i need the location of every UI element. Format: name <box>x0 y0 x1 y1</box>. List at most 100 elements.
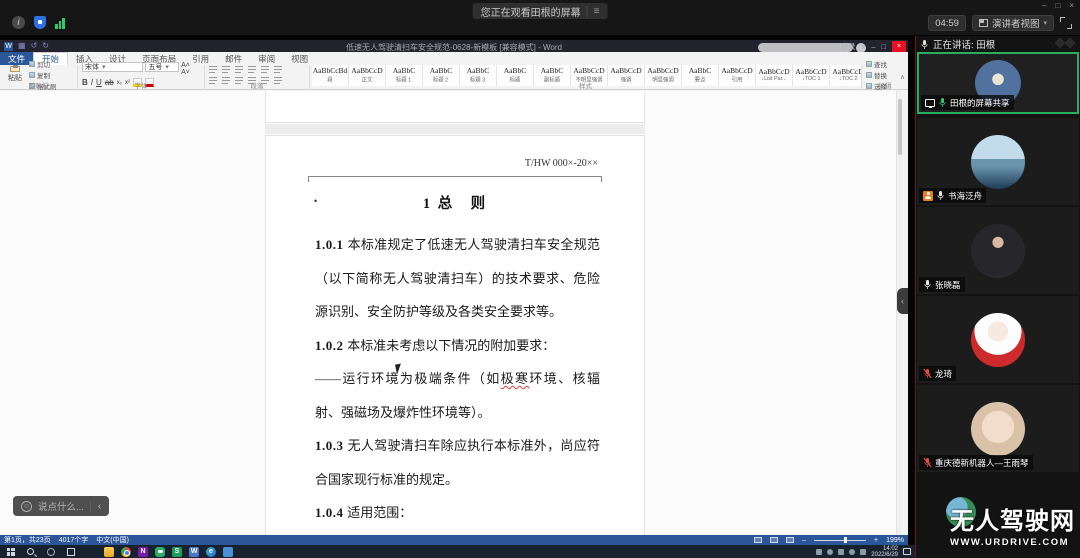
sidebar-collapse-handle[interactable]: ‹ <box>897 288 908 314</box>
mic-icon <box>936 190 945 201</box>
chat-input-pill[interactable]: ☺ 说点什么... ‹ <box>13 496 109 516</box>
zoom-level[interactable]: 199% <box>886 537 904 544</box>
mic-icon <box>923 279 932 290</box>
view-mode-selector[interactable]: 演讲者视图 ▾ <box>972 15 1054 31</box>
save-icon[interactable]: ▦ <box>18 42 26 50</box>
mic-icon <box>938 97 947 108</box>
document-body-text[interactable]: 1.0.1 本标准规定了低速无人驾驶清扫车安全规范（以下简称无人驾驶清扫车）的技… <box>315 228 600 535</box>
participant-tile-4[interactable]: 龙琦 <box>917 296 1079 383</box>
participant-tile-1[interactable]: 田根的屏幕共享 <box>917 52 1079 114</box>
chevron-down-icon: ▾ <box>1043 19 1047 27</box>
word-minimize-icon[interactable]: – <box>871 42 875 51</box>
undo-icon[interactable]: ↺ <box>31 42 38 50</box>
cortana-icon[interactable] <box>45 546 56 557</box>
edge-taskbar-icon[interactable]: e <box>206 547 216 557</box>
minimize-icon[interactable]: – <box>1042 1 1046 11</box>
maximize-icon[interactable]: □ <box>1055 1 1060 11</box>
tell-me-search-pill[interactable] <box>758 43 853 52</box>
watching-screen-banner[interactable]: 您正在观看田根的屏幕 ≡ <box>473 3 608 19</box>
language-status[interactable]: 中文(中国) <box>96 535 129 545</box>
photos-taskbar-icon[interactable] <box>223 547 233 557</box>
paragraph-2[interactable]: 1.0.2 本标准未考虑以下情况的附加要求： <box>315 329 600 363</box>
watermark: 无人驾驶网 WWW.URDRIVE.COM <box>950 501 1075 548</box>
print-layout-icon[interactable] <box>770 537 778 543</box>
sort-icon[interactable] <box>274 65 284 74</box>
ribbon-options-icon[interactable]: ▾ <box>862 42 866 51</box>
tray-icon-4[interactable] <box>860 549 866 555</box>
participant-name: 书海泛舟 <box>948 190 982 202</box>
editing-item-icon <box>866 61 872 67</box>
speaking-mic-icon <box>920 39 929 50</box>
shared-screen-area: W ▦ ↺ ↻ 低速无人驾驶清扫车安全规范-0628-新模板 [兼容模式] - … <box>0 36 915 558</box>
editing-item-2[interactable]: 替换 <box>866 70 887 80</box>
number-list-icon[interactable] <box>222 65 232 74</box>
paragraph-1[interactable]: 1.0.1 本标准规定了低速无人驾驶清扫车安全规范（以下简称无人驾驶清扫车）的技… <box>315 228 600 329</box>
styles-group-label: 样式 <box>310 80 861 90</box>
participant-tile-5[interactable]: 重庆德新机器人—王雨琴 <box>917 385 1079 472</box>
font-name-select[interactable]: 宋体▾ <box>82 62 143 72</box>
multilevel-list-icon[interactable] <box>235 65 245 74</box>
watching-screen-label: 您正在观看田根的屏幕 <box>481 4 581 19</box>
meeting-info-icon[interactable]: i <box>12 16 25 29</box>
ribbon-tab-8[interactable]: 审阅 <box>250 52 283 65</box>
paragraph-5[interactable]: 1.0.4 适用范围： <box>315 496 600 530</box>
ribbon-tab-9[interactable]: 视图 <box>283 52 316 65</box>
action-center-icon[interactable] <box>903 548 911 555</box>
file-explorer-taskbar-icon[interactable] <box>104 547 114 557</box>
read-mode-icon[interactable] <box>754 537 762 543</box>
web-layout-icon[interactable] <box>786 537 794 543</box>
security-shield-icon[interactable] <box>34 16 46 29</box>
collapse-chat-icon[interactable]: ‹ <box>90 501 101 512</box>
banner-menu-icon[interactable]: ≡ <box>587 6 600 17</box>
collapse-ribbon-icon[interactable]: ∧ <box>900 73 905 81</box>
redo-icon[interactable]: ↻ <box>42 42 49 50</box>
paragraph-3[interactable]: ——运行环境为极端条件（如极寒环境、核辐射、强磁场及爆炸性环境等）。 <box>315 362 600 429</box>
paragraph-4[interactable]: 1.0.3 无人驾驶清扫车除应执行本标准外，尚应符合国家现行标准的规定。 <box>315 429 600 496</box>
clipboard-item-1[interactable]: 剪切 <box>29 59 57 69</box>
close-icon[interactable]: × <box>1069 1 1074 11</box>
editing-item-1[interactable]: 查找 <box>866 59 887 69</box>
word-count-status[interactable]: 4017个字 <box>59 535 89 545</box>
tray-chevron-icon[interactable] <box>816 549 822 555</box>
ribbon-tab-7[interactable]: 邮件 <box>217 52 250 65</box>
increase-indent-icon[interactable] <box>261 65 271 74</box>
page-header-code: T/HW 000×-20×× <box>525 158 598 169</box>
word-restore-icon[interactable]: □ <box>881 42 886 51</box>
participant-name-badge: 龙琦 <box>919 366 956 381</box>
word-close-icon[interactable]: × <box>892 41 906 52</box>
page-count-status[interactable]: 第1页，共23页 <box>4 535 51 545</box>
font-size-value: 五号 <box>148 62 162 72</box>
wps-sheets-taskbar-icon[interactable]: S <box>172 547 182 557</box>
meeting-brand-logo <box>1056 39 1074 47</box>
windows-taskbar: N SWe 14:02 2022/6/29 <box>0 545 915 558</box>
font-size-select[interactable]: 五号▾ <box>145 62 179 72</box>
tray-icon-2[interactable] <box>838 549 844 555</box>
chat-placeholder[interactable]: 说点什么... <box>38 499 84 513</box>
task-view-icon[interactable] <box>65 546 76 557</box>
sign-in-link[interactable]: 登录 <box>841 41 856 52</box>
fullscreen-icon[interactable] <box>1060 17 1072 29</box>
word-taskbar-icon[interactable]: W <box>189 547 199 557</box>
start-button[interactable] <box>5 546 16 557</box>
zoom-slider[interactable] <box>814 540 866 541</box>
document-page[interactable]: T/HW 000×-20×× • 1 总 则 1.0.1 本标准规定了低速无人驾… <box>265 135 645 535</box>
tray-icon-1[interactable] <box>827 549 833 555</box>
zoom-in-icon[interactable]: + <box>874 537 878 544</box>
paste-icon <box>10 66 20 72</box>
decrease-indent-icon[interactable] <box>248 65 258 74</box>
zoom-out-icon[interactable]: – <box>802 537 806 544</box>
chrome-taskbar-icon[interactable] <box>121 547 131 557</box>
participant-tile-2[interactable]: 书海泛舟 <box>917 118 1079 205</box>
mic-icon <box>923 457 932 468</box>
tray-icon-3[interactable] <box>849 549 855 555</box>
taskbar-clock[interactable]: 14:02 2022/6/29 <box>871 546 898 558</box>
bullet-list-icon[interactable] <box>209 65 219 74</box>
taskbar-search-icon[interactable] <box>25 546 36 557</box>
document-canvas[interactable]: T/HW 000×-20×× • 1 总 则 1.0.1 本标准规定了低速无人驾… <box>0 91 902 535</box>
emoji-icon[interactable]: ☺ <box>21 501 32 512</box>
clipboard-item-2[interactable]: 复制 <box>29 70 57 80</box>
participant-tile-3[interactable]: 张晓磊 <box>917 207 1079 294</box>
onenote-taskbar-icon[interactable]: N <box>138 547 148 557</box>
clipboard-item-icon <box>29 72 35 78</box>
wechat-taskbar-icon[interactable] <box>155 547 165 557</box>
